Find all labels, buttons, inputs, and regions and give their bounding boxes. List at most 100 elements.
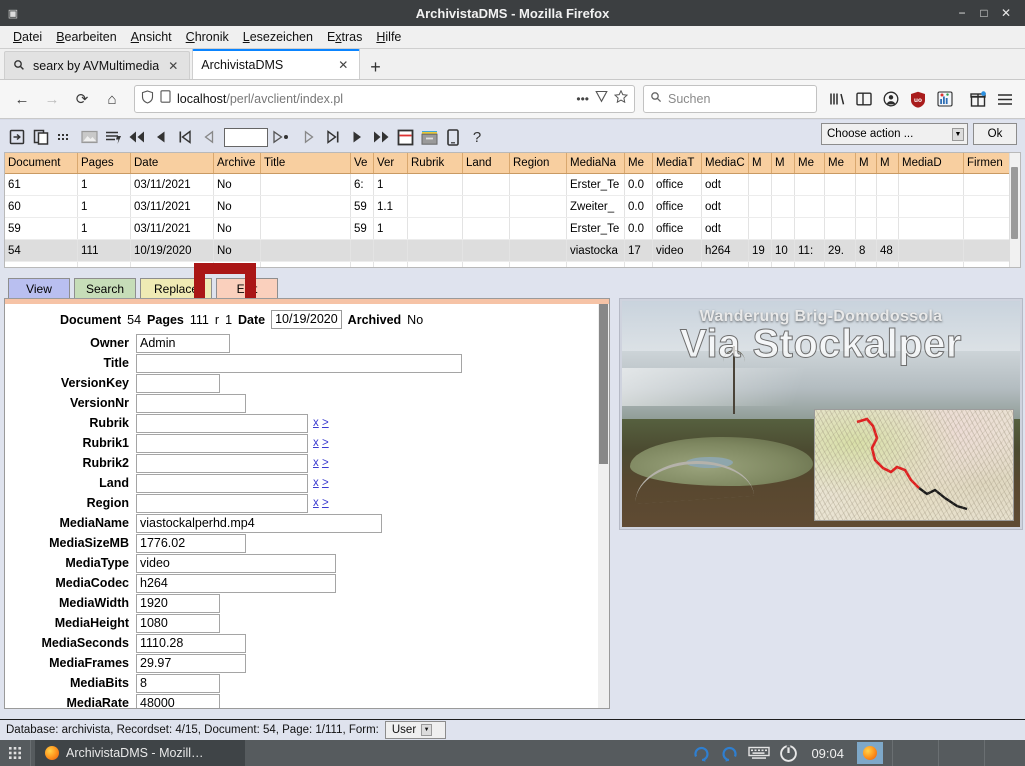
undo-icon[interactable]	[720, 744, 739, 763]
table-row[interactable]: 61103/11/2021No6:1Erster_Te0.0officeodtP…	[5, 173, 1020, 196]
keyboard-icon[interactable]	[748, 746, 771, 760]
field-input[interactable]	[136, 453, 308, 473]
workspace-slot-1[interactable]	[892, 740, 929, 766]
video-thumbnail[interactable]: Wanderung Brig-Domodossola Via Stockalpe…	[622, 301, 1020, 527]
column-header[interactable]: Pages	[77, 153, 131, 174]
browser-tab-searx[interactable]: searx by AVMultimedia ✕	[4, 51, 191, 79]
reader-mode-icon[interactable]	[595, 90, 608, 108]
choose-action-select[interactable]: Choose action ... ▼	[821, 123, 968, 145]
archive-box-icon[interactable]	[418, 125, 440, 149]
first-record-icon[interactable]	[174, 125, 196, 149]
app-launcher-icon[interactable]	[0, 746, 30, 760]
page-number-input[interactable]	[224, 127, 268, 147]
maximize-button[interactable]: □	[973, 6, 995, 20]
tray-firefox-icon[interactable]	[857, 742, 883, 764]
close-icon[interactable]: ✕	[335, 58, 351, 72]
field-lookup-links[interactable]: x >	[313, 417, 329, 429]
table-scrollbar[interactable]	[1009, 153, 1020, 267]
library-icon[interactable]	[825, 87, 849, 111]
field-lookup-links[interactable]: x >	[313, 457, 329, 469]
url-bar[interactable]: localhost/perl/avclient/index.pl •••	[134, 85, 635, 113]
field-input[interactable]: 8	[136, 673, 220, 693]
column-header[interactable]: Title	[260, 153, 351, 174]
column-header[interactable]: Me	[824, 153, 856, 174]
tab-search[interactable]: Search	[74, 278, 136, 298]
prev-page-icon[interactable]	[150, 125, 172, 149]
last-record-icon[interactable]	[322, 125, 344, 149]
account-icon[interactable]	[879, 87, 903, 111]
page-info-icon[interactable]	[160, 90, 171, 108]
ok-button[interactable]: Ok	[973, 123, 1017, 145]
tab-view[interactable]: View	[8, 278, 70, 298]
menu-lesezeichen[interactable]: Lesezeichen	[236, 28, 320, 46]
table-row[interactable]: 54 111 10/19/2020 No viastocka 17 video h264 19 1…	[5, 239, 1020, 262]
forward-icon[interactable]: →	[38, 85, 66, 113]
menu-ansicht[interactable]: Ansicht	[124, 28, 179, 46]
redo-icon[interactable]	[692, 744, 711, 763]
field-input[interactable]	[136, 413, 308, 433]
close-icon[interactable]: ✕	[165, 59, 181, 73]
image-icon[interactable]	[78, 125, 100, 149]
back-icon[interactable]: ←	[8, 85, 36, 113]
search-bar[interactable]: Suchen	[643, 85, 817, 113]
field-input[interactable]	[136, 393, 246, 413]
table-row[interactable]: 59103/11/2021No591Erster_Te0.0officeodtP…	[5, 217, 1020, 240]
goto-page-icon[interactable]	[270, 125, 296, 149]
column-header[interactable]: MediaC	[701, 153, 749, 174]
column-header[interactable]: Document	[5, 153, 78, 174]
delete-page-icon[interactable]	[394, 125, 416, 149]
field-input[interactable]: h264	[136, 573, 336, 593]
ublock-origin-icon[interactable]: uo	[906, 87, 930, 111]
table-row[interactable]: 60 1 03/11/2021 No 59 1.1 Zweiter_ 0.0 office odt…	[5, 195, 1020, 218]
form-select[interactable]: User ▼	[384, 721, 446, 739]
column-header[interactable]: Rubrik	[407, 153, 463, 174]
hamburger-menu-icon[interactable]	[993, 87, 1017, 111]
field-input[interactable]: viastockalperhd.mp4	[136, 513, 382, 533]
menu-bearbeiten[interactable]: Bearbeiten	[49, 28, 123, 46]
list-flash-icon[interactable]	[102, 125, 124, 149]
first-page-icon[interactable]	[126, 125, 148, 149]
column-header[interactable]: MediaT	[652, 153, 702, 174]
menu-datei[interactable]: Datei	[6, 28, 49, 46]
last-page-icon[interactable]	[370, 125, 392, 149]
next-record-icon[interactable]	[298, 125, 320, 149]
close-button[interactable]: ✕	[995, 6, 1017, 20]
workspace-slot-2[interactable]	[938, 740, 975, 766]
field-input[interactable]	[136, 373, 220, 393]
power-icon[interactable]	[779, 744, 798, 763]
field-input[interactable]	[136, 433, 308, 453]
browser-tab-archivistadms[interactable]: ArchivistaDMS ✕	[192, 49, 361, 79]
column-header[interactable]: Me	[624, 153, 653, 174]
shield-icon[interactable]	[141, 89, 154, 109]
gift-icon[interactable]	[966, 87, 990, 111]
grid-icon[interactable]	[54, 125, 76, 149]
mobile-icon[interactable]	[442, 125, 464, 149]
column-header[interactable]: M	[771, 153, 795, 174]
minimize-button[interactable]: −	[951, 6, 973, 20]
field-input[interactable]	[136, 473, 308, 493]
form-scrollbar[interactable]	[598, 304, 609, 708]
menu-extras[interactable]: Extras	[320, 28, 369, 46]
column-header[interactable]: Me	[794, 153, 825, 174]
extension-icon[interactable]	[933, 87, 957, 111]
menu-hilfe[interactable]: Hilfe	[369, 28, 408, 46]
home-icon[interactable]: ⌂	[98, 85, 126, 113]
column-header[interactable]: Ve	[350, 153, 374, 174]
column-header[interactable]: MediaD	[898, 153, 964, 174]
field-input[interactable]: 1920	[136, 593, 220, 613]
copy-icon[interactable]	[30, 125, 52, 149]
column-header[interactable]: Land	[462, 153, 510, 174]
new-tab-button[interactable]: +	[362, 58, 389, 79]
column-header[interactable]: Ver	[373, 153, 408, 174]
reload-icon[interactable]: ⟳	[68, 85, 96, 113]
field-input[interactable]: 48000	[136, 693, 220, 708]
column-header[interactable]: MediaNa	[566, 153, 625, 174]
prev-record-icon[interactable]	[198, 125, 220, 149]
column-header[interactable]: M	[748, 153, 772, 174]
field-input[interactable]: 1776.02	[136, 533, 246, 553]
more-options-icon[interactable]: •••	[576, 92, 589, 106]
field-input[interactable]: 1110.28	[136, 633, 246, 653]
field-lookup-links[interactable]: x >	[313, 497, 329, 509]
column-header[interactable]: M	[855, 153, 877, 174]
workspace-slot-3[interactable]	[984, 740, 1021, 766]
